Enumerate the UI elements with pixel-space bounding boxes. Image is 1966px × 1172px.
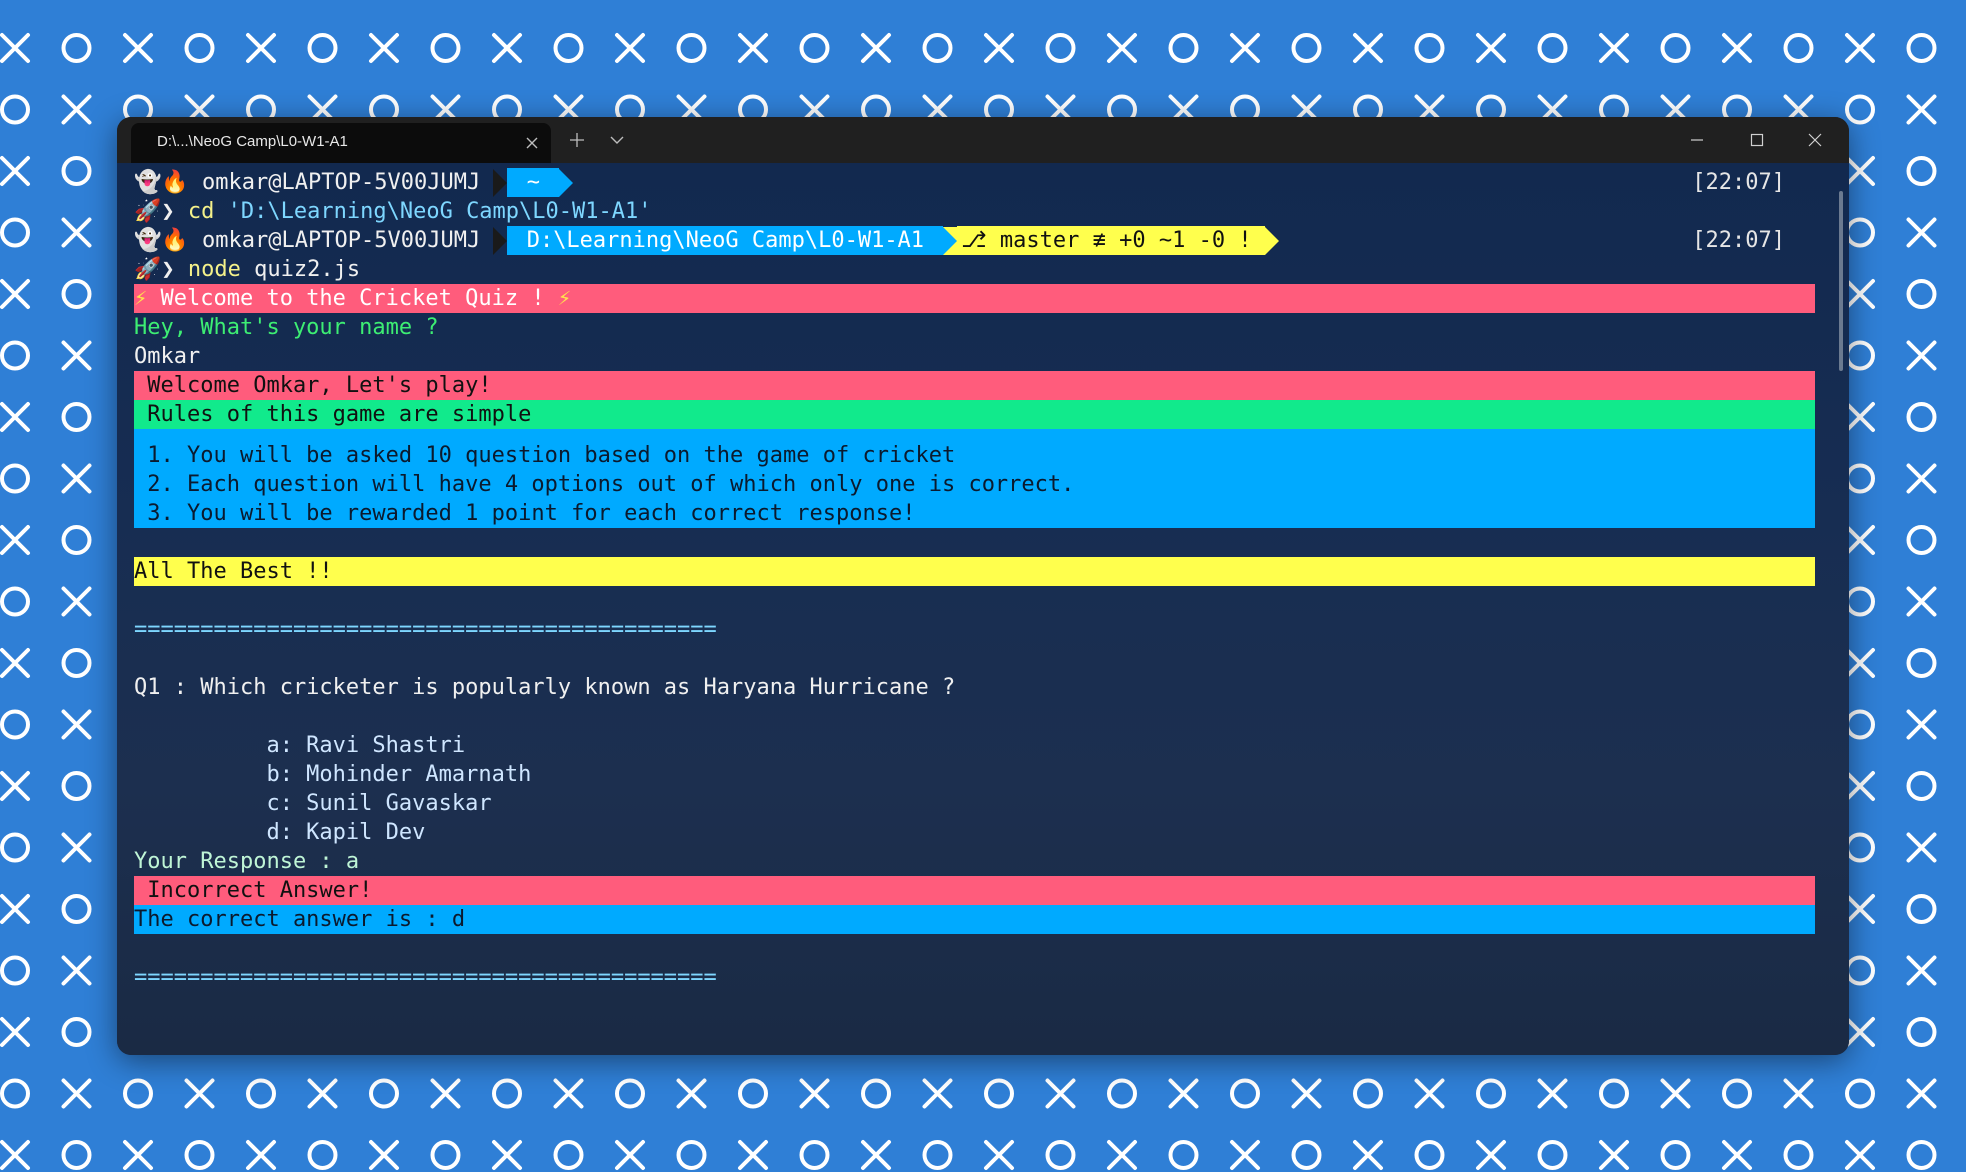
rule-item: 2. Each question will have 4 options out… (134, 470, 1815, 499)
git-status-arrow (1264, 226, 1279, 255)
prompt-separator-arrow (493, 168, 508, 197)
command-argument: 'D:\Learning\NeoG Camp\L0-W1-A1' (214, 199, 652, 224)
welcome-banner: ⚡ Welcome to the Cricket Quiz ! ⚡ (134, 284, 1815, 313)
user-name-input: Omkar (134, 344, 201, 369)
welcome-text: Welcome to the Cricket Quiz ! (147, 286, 558, 311)
option-item: d: Kapil Dev (134, 820, 426, 845)
minimize-button[interactable] (1669, 117, 1725, 163)
prompt-path-arrow (559, 168, 574, 197)
tab-dropdown-button[interactable] (597, 117, 637, 163)
plus-icon (570, 133, 584, 147)
rocket-icon: 🚀 (134, 199, 162, 224)
chevron-right-icon: ❯ (161, 199, 188, 224)
command-line: 🚀 ❯ cd 'D:\Learning\NeoG Camp\L0-W1-A1' (134, 197, 1815, 226)
incorrect-banner: Incorrect Answer! (134, 876, 1815, 905)
chevron-right-icon: ❯ (161, 257, 188, 282)
rocket-icon: 🚀 (134, 257, 162, 282)
tab-title: D:\...\NeoG Camp\L0-W1-A1 (157, 133, 348, 150)
ghost-icon: 👻 (134, 170, 162, 195)
maximize-icon (1750, 133, 1764, 147)
best-wishes-banner: All The Best !! (134, 557, 1815, 586)
title-bar: D:\...\NeoG Camp\L0-W1-A1 (117, 117, 1849, 163)
command-name: node (187, 257, 241, 282)
lightning-icon: ⚡ (557, 286, 572, 311)
maximize-button[interactable] (1729, 117, 1785, 163)
prompt-user: omkar@LAPTOP-5V00JUMJ (188, 228, 494, 253)
git-branch-icon: ⎇ (957, 226, 987, 255)
rules-title-banner: Rules of this game are simple (134, 400, 1815, 429)
option-item: a: Ravi Shastri (134, 733, 466, 758)
prompt-path: ~ (507, 168, 560, 197)
correct-answer-banner: The correct answer is : d (134, 905, 1815, 934)
prompt-time: [22:07] (1692, 228, 1785, 253)
close-icon (1808, 133, 1822, 147)
git-status: master ≢ +0 ~1 -0 ! (986, 226, 1265, 255)
response-text: Your Response : a (134, 849, 360, 874)
prompt-line: 👻 🔥 omkar@LAPTOP-5V00JUMJ D:\Learning\Ne… (134, 226, 1815, 255)
new-tab-button[interactable] (557, 117, 597, 163)
lightning-icon: ⚡ (134, 286, 148, 311)
minimize-icon (1691, 139, 1703, 141)
terminal-tab[interactable]: D:\...\NeoG Camp\L0-W1-A1 (131, 123, 551, 163)
greeting-banner: Welcome Omkar, Let's play! (134, 371, 1815, 400)
terminal-area[interactable]: 👻 🔥 omkar@LAPTOP-5V00JUMJ ~ [22:07] 🚀 ❯ … (117, 163, 1849, 1055)
terminal-window: D:\...\NeoG Camp\L0-W1-A1 👻 🔥 omkar@LAPT… (117, 117, 1849, 1055)
prompt-user: omkar@LAPTOP-5V00JUMJ (188, 170, 494, 195)
prompt-time: [22:07] (1692, 170, 1785, 195)
close-button[interactable] (1787, 117, 1843, 163)
fire-icon: 🔥 (161, 170, 189, 195)
command-name: cd (187, 199, 215, 224)
prompt-path: D:\Learning\NeoG Camp\L0-W1-A1 (507, 226, 944, 255)
option-item: b: Mohinder Amarnath (134, 762, 532, 787)
rule-item: 3. You will be rewarded 1 point for each… (134, 499, 1815, 528)
chevron-down-icon (610, 136, 624, 144)
prompt-path-arrow (943, 226, 958, 255)
tab-close-icon[interactable] (525, 136, 539, 150)
separator: ========================================… (134, 617, 717, 642)
separator: ========================================… (134, 965, 717, 990)
name-prompt: Hey, What's your name ? (134, 315, 439, 340)
rule-item: 1. You will be asked 10 question based o… (134, 441, 1815, 470)
ghost-icon: 👻 (134, 228, 162, 253)
question-text: Q1 : Which cricketer is popularly known … (134, 675, 956, 700)
prompt-separator-arrow (493, 226, 508, 255)
command-argument: quiz2.js (240, 257, 361, 282)
scrollbar-thumb[interactable] (1839, 191, 1843, 371)
command-line: 🚀 ❯ node quiz2.js (134, 255, 1815, 284)
fire-icon: 🔥 (161, 228, 189, 253)
prompt-line: 👻 🔥 omkar@LAPTOP-5V00JUMJ ~ [22:07] (134, 168, 1815, 197)
option-item: c: Sunil Gavaskar (134, 791, 492, 816)
